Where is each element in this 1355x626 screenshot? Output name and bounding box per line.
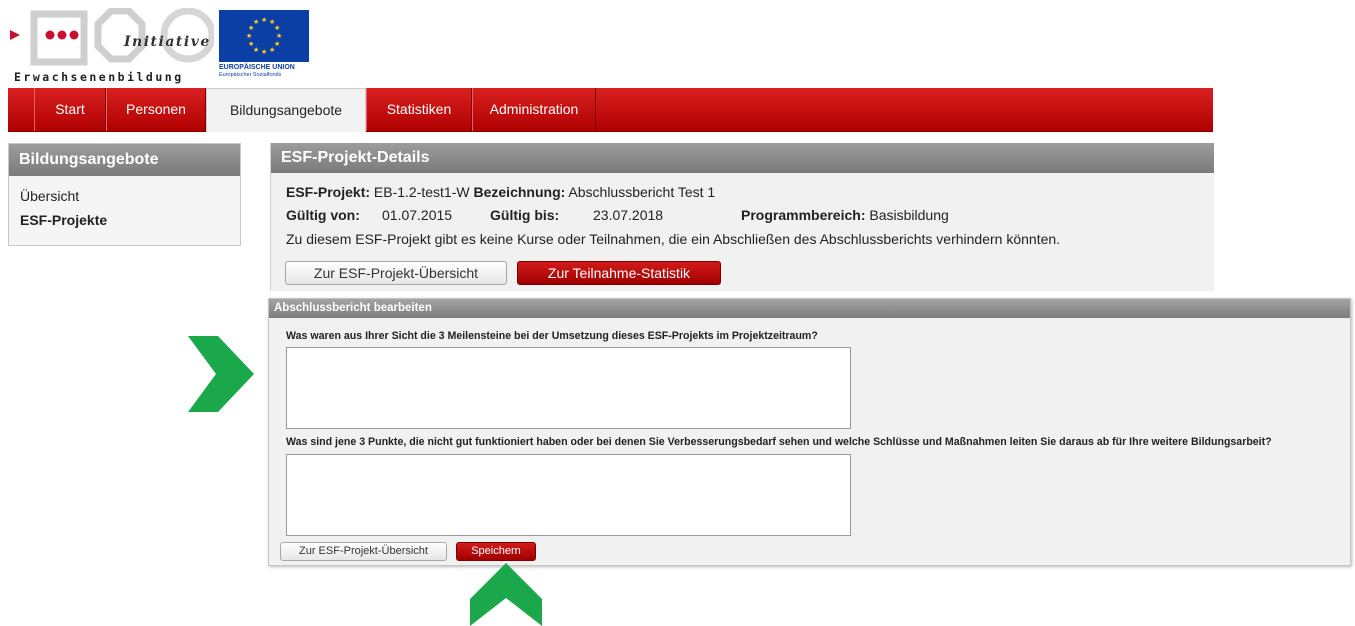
svg-text:★: ★: [261, 48, 267, 56]
gueltig-bis-label: Gültig bis:: [490, 207, 560, 223]
gueltig-von-label: Gültig von:: [286, 207, 360, 223]
sidebar-item-uebersicht[interactable]: Übersicht: [9, 184, 240, 208]
sidebar: Bildungsangebote Übersicht ESF-Projekte: [8, 143, 241, 246]
sidebar-item-esf-projekte[interactable]: ESF-Projekte: [9, 208, 240, 232]
initiative-erwachsenenbildung-logo: Initiative Erwachsenenbildung: [8, 8, 214, 88]
bezeichnung-value: Abschlussbericht Test 1: [568, 184, 716, 200]
details-row-1: ESF-Projekt: EB-1.2-test1-W Bezeichnung:…: [286, 184, 715, 200]
svg-text:★: ★: [261, 16, 267, 24]
arrow-up-icon: [470, 563, 542, 626]
eu-title: EUROPÄISCHE UNION: [219, 64, 295, 71]
gueltig-von-value: 01.07.2015: [382, 207, 453, 223]
zur-teilnahme-statistik-button[interactable]: Zur Teilnahme-Statistik: [517, 261, 721, 285]
logo-erwachsenenbildung-text: Erwachsenenbildung: [14, 70, 184, 84]
svg-text:★: ★: [248, 40, 254, 48]
improvements-textarea[interactable]: [286, 454, 851, 536]
logo-initiative-text: Initiative: [124, 34, 211, 50]
question-milestones: Was waren aus Ihrer Sicht die 3 Meilenst…: [286, 330, 818, 342]
details-title: ESF-Projekt-Details: [271, 143, 1214, 173]
svg-text:★: ★: [269, 46, 275, 54]
esf-project-details-panel: ESF-Projekt-Details ESF-Projekt: EB-1.2-…: [270, 143, 1214, 291]
report-zur-esf-projekt-uebersicht-button[interactable]: Zur ESF-Projekt-Übersicht: [280, 542, 447, 561]
svg-text:★: ★: [274, 24, 280, 32]
gueltig-von-row: Gültig von:: [286, 207, 360, 223]
tab-administration[interactable]: Administration: [472, 88, 596, 131]
eu-subtitle: Europäischer Sozialfonds: [219, 72, 282, 78]
eu-logo: ★ ★ ★ ★ ★ ★ ★ ★ ★ ★ ★ ★ EUROPÄISCHE UNION Europä…: [219, 10, 309, 88]
svg-text:★: ★: [276, 32, 282, 40]
speichern-button[interactable]: Speichern: [456, 542, 536, 561]
projekt-value: EB-1.2-test1-W: [373, 184, 470, 200]
report-title: Abschlussbericht bearbeiten: [269, 299, 1350, 318]
gueltig-bis-value: 23.07.2018: [593, 207, 664, 223]
projekt-label: ESF-Projekt:: [286, 184, 371, 200]
eu-stars-icon: ★ ★★ ★★★ ★★★ ★★★: [246, 16, 282, 56]
abschlussbericht-panel: Abschlussbericht bearbeiten Was waren au…: [268, 298, 1351, 566]
main-navigation: Start Personen Bildungsangebote Statisti…: [8, 88, 1213, 132]
tab-personen[interactable]: Personen: [106, 88, 206, 131]
programmbereich-row: Programmbereich: Basisbildung: [741, 207, 949, 223]
gueltig-bis-label-row: Gültig bis:: [490, 207, 559, 223]
sidebar-title: Bildungsangebote: [9, 144, 240, 176]
milestones-textarea[interactable]: [286, 347, 851, 429]
programmbereich-value: Basisbildung: [869, 207, 949, 223]
details-notice: Zu diesem ESF-Projekt gibt es keine Kurs…: [286, 231, 1061, 247]
programmbereich-label: Programmbereich:: [741, 207, 866, 223]
svg-text:★: ★: [253, 18, 259, 26]
tab-start[interactable]: Start: [34, 88, 106, 131]
tab-statistiken[interactable]: Statistiken: [366, 88, 472, 131]
zur-esf-projekt-uebersicht-button[interactable]: Zur ESF-Projekt-Übersicht: [285, 261, 507, 285]
svg-text:★: ★: [246, 32, 252, 40]
arrow-right-icon: [188, 336, 254, 412]
bezeichnung-label: Bezeichnung:: [473, 184, 566, 200]
tab-bildungsangebote[interactable]: Bildungsangebote: [206, 88, 366, 132]
question-improvements: Was sind jene 3 Punkte, die nicht gut fu…: [286, 436, 1272, 448]
eu-flag: ★ ★ ★ ★ ★ ★ ★ ★ ★ ★ ★ ★: [219, 10, 309, 62]
